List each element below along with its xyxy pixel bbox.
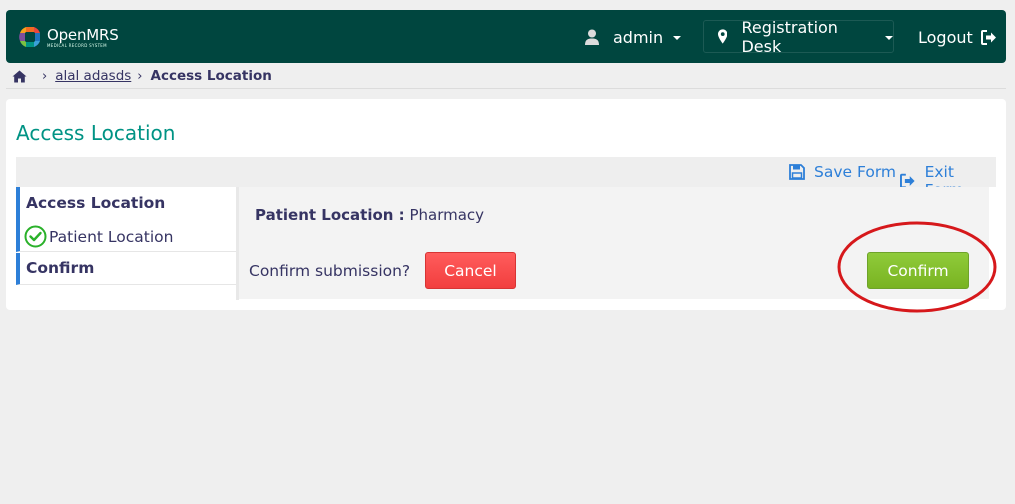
confirm-button[interactable]: Confirm [867, 252, 969, 289]
map-marker-icon [718, 29, 728, 44]
nav-field-label: Patient Location [49, 227, 174, 246]
floppy-disk-icon [789, 164, 805, 180]
logout-link[interactable]: Logout [918, 24, 997, 50]
form-navigation: Access Location Patient Location Confirm [16, 187, 237, 299]
nav-section-title: Confirm [26, 259, 95, 277]
check-circle-icon [24, 225, 47, 248]
location-name: Registration Desk [741, 17, 838, 56]
save-form-button[interactable]: Save Form [789, 163, 896, 181]
nav-section-confirm[interactable]: Confirm [16, 253, 237, 285]
confirmation-pane: Patient Location : Pharmacy Confirm subm… [239, 187, 989, 299]
user-menu[interactable]: admin [584, 24, 682, 50]
form-toolbar: Save Form Exit Form [16, 157, 996, 199]
logout-label: Logout [918, 27, 973, 47]
summary-value: Pharmacy [409, 206, 485, 224]
cancel-button[interactable]: Cancel [425, 252, 516, 289]
breadcrumb-patient-link[interactable]: alal adasds [55, 68, 131, 84]
caret-down-icon [885, 35, 893, 40]
breadcrumb-divider [6, 88, 1006, 89]
nav-section-access-location[interactable]: Access Location Patient Location [16, 187, 237, 252]
home-icon[interactable] [12, 70, 27, 83]
logo-name: OpenMRS [47, 25, 119, 44]
breadcrumb-separator: › [42, 68, 48, 84]
breadcrumb: › alal adasds › Access Location [12, 66, 272, 86]
summary-patient-location: Patient Location : Pharmacy [255, 206, 484, 224]
breadcrumb-current: Access Location [150, 68, 272, 84]
confirm-question: Confirm submission? [249, 262, 411, 280]
location-selector[interactable]: Registration Desk [703, 17, 894, 56]
summary-label: Patient Location : [255, 206, 405, 224]
user-name: admin [613, 27, 664, 47]
page-title: Access Location [16, 121, 176, 145]
nav-section-title: Access Location [26, 194, 166, 212]
form-card: Access Location Save Form Exit Form Acce… [6, 99, 1006, 310]
openmrs-logo-icon [19, 27, 40, 47]
sign-out-icon [980, 29, 996, 45]
top-header: OpenMRS MEDICAL RECORD SYSTEM admin Regi… [6, 10, 1006, 63]
breadcrumb-separator: › [137, 68, 143, 84]
save-form-label: Save Form [814, 163, 897, 181]
user-icon [585, 29, 599, 45]
caret-down-icon [673, 36, 682, 40]
nav-field-patient-location[interactable]: Patient Location [24, 225, 173, 248]
openmrs-logo[interactable]: OpenMRS MEDICAL RECORD SYSTEM [16, 22, 119, 52]
logo-subtitle: MEDICAL RECORD SYSTEM [47, 42, 107, 48]
